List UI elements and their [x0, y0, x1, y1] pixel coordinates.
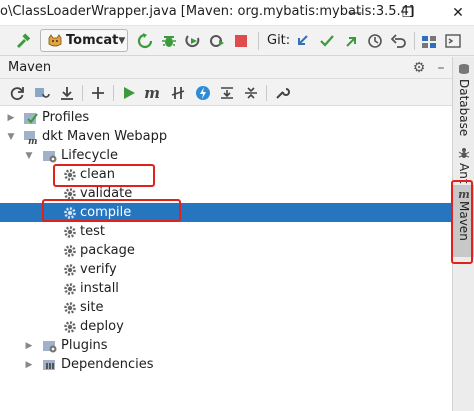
- tree-label: dkt Maven Webapp: [42, 129, 168, 144]
- maven-module-icon: m: [23, 129, 39, 145]
- toolbar-separator: [82, 85, 83, 101]
- tree-label: deploy: [80, 319, 124, 334]
- toolbar-separator: [113, 85, 114, 101]
- chevron-down-icon: ▼: [118, 35, 126, 46]
- git-push-icon[interactable]: [342, 32, 360, 50]
- maven-toolbar: m: [0, 80, 452, 106]
- lifecycle-item-deploy[interactable]: deploy: [0, 317, 452, 336]
- profiles-icon: [23, 110, 39, 126]
- lifecycle-item-site[interactable]: site: [0, 298, 452, 317]
- minimize-panel-icon[interactable]: –: [432, 59, 450, 77]
- maven-project-tree: ▶ Profiles ▼ m dkt Maven Webapp ▼ Lifecy…: [0, 106, 452, 411]
- toolbar-separator: [414, 32, 415, 50]
- rerun-icon[interactable]: [136, 32, 154, 50]
- generate-sources-icon[interactable]: [33, 84, 51, 102]
- lifecycle-item-install[interactable]: install: [0, 279, 452, 298]
- tree-label: Lifecycle: [61, 148, 119, 163]
- ant-icon: [458, 147, 470, 163]
- tree-label: test: [80, 224, 105, 239]
- maven-panel-title: Maven: [8, 60, 52, 75]
- maven-panel-header: Maven ⚙ –: [0, 57, 452, 79]
- database-icon: [458, 63, 470, 79]
- restore-button[interactable]: ❐: [398, 3, 418, 23]
- lifecycle-item-package[interactable]: package: [0, 241, 452, 260]
- project-structure-icon[interactable]: [420, 32, 438, 50]
- add-icon[interactable]: [89, 84, 107, 102]
- minimize-button[interactable]: —: [345, 3, 365, 23]
- lifecycle-item-verify[interactable]: verify: [0, 260, 452, 279]
- download-icon[interactable]: [58, 84, 76, 102]
- debug-icon[interactable]: [160, 32, 178, 50]
- chevron-down-icon[interactable]: ▼: [6, 132, 16, 142]
- lifecycle-item-test[interactable]: test: [0, 222, 452, 241]
- tree-label: Plugins: [61, 338, 108, 353]
- chevron-right-icon[interactable]: ▶: [24, 341, 34, 351]
- chevron-right-icon[interactable]: ▶: [6, 113, 16, 123]
- skip-tests-icon[interactable]: [194, 84, 212, 102]
- wrench-icon[interactable]: [273, 84, 291, 102]
- git-commit-icon[interactable]: [318, 32, 336, 50]
- tree-label: package: [80, 243, 135, 258]
- main-toolbar: Tomcat ▼ Git:: [0, 26, 474, 56]
- plugins-folder-icon: [42, 338, 58, 354]
- tomcat-icon: [47, 33, 63, 49]
- gear-icon: [62, 243, 78, 259]
- run-config-selector[interactable]: Tomcat ▼: [40, 29, 128, 52]
- reload-icon[interactable]: [8, 84, 26, 102]
- build-hammer-icon[interactable]: [14, 32, 32, 50]
- svg-text:m: m: [28, 137, 38, 145]
- history-clock-icon[interactable]: [366, 32, 384, 50]
- toolbar-separator: [258, 32, 259, 50]
- tree-node-dependencies[interactable]: ▶ Dependencies: [0, 355, 452, 374]
- tree-node-project[interactable]: ▼ m dkt Maven Webapp: [0, 127, 452, 146]
- tree-node-lifecycle[interactable]: ▼ Lifecycle: [0, 146, 452, 165]
- collapse-all-icon[interactable]: [242, 84, 260, 102]
- chevron-right-icon[interactable]: ▶: [24, 360, 34, 370]
- tree-label: install: [80, 281, 119, 296]
- show-dependencies-icon[interactable]: [218, 84, 236, 102]
- stop-icon[interactable]: [232, 32, 250, 50]
- execute-goal-icon[interactable]: m: [143, 84, 161, 102]
- git-label: Git:: [267, 33, 291, 48]
- tree-label: site: [80, 300, 104, 315]
- run-with-coverage-icon[interactable]: [184, 32, 202, 50]
- side-tab-database[interactable]: Database: [453, 61, 474, 139]
- toggle-offline-icon[interactable]: [169, 84, 187, 102]
- chevron-down-icon[interactable]: ▼: [24, 151, 34, 161]
- terminal-icon[interactable]: [444, 32, 462, 50]
- side-tab-label: Database: [457, 79, 471, 137]
- tree-label: verify: [80, 262, 117, 277]
- highlight-box-maven-tab: [451, 180, 473, 264]
- tree-node-plugins[interactable]: ▶ Plugins: [0, 336, 452, 355]
- gear-icon: [62, 262, 78, 278]
- close-button[interactable]: ✕: [448, 3, 468, 23]
- run-icon[interactable]: [120, 84, 138, 102]
- highlight-box-clean: [53, 164, 155, 187]
- tree-label: Profiles: [42, 110, 90, 125]
- side-tab-ant[interactable]: Ant: [453, 145, 474, 184]
- tree-label: Dependencies: [61, 357, 154, 372]
- rollback-icon[interactable]: [390, 32, 408, 50]
- gear-icon: [62, 319, 78, 335]
- title-bar: o\ClassLoaderWrapper.java [Maven: org.my…: [0, 0, 474, 26]
- dependencies-folder-icon: [42, 357, 58, 373]
- profile-icon[interactable]: [208, 32, 226, 50]
- highlight-box-compile: [42, 199, 181, 222]
- tree-node-profiles[interactable]: ▶ Profiles: [0, 108, 452, 127]
- gear-icon[interactable]: ⚙: [410, 59, 428, 77]
- toolbar-separator: [266, 85, 267, 101]
- gear-icon: [62, 281, 78, 297]
- git-update-icon[interactable]: [294, 32, 312, 50]
- run-config-label: Tomcat: [66, 33, 119, 48]
- lifecycle-folder-icon: [42, 148, 58, 164]
- gear-icon: [62, 224, 78, 240]
- gear-icon: [62, 300, 78, 316]
